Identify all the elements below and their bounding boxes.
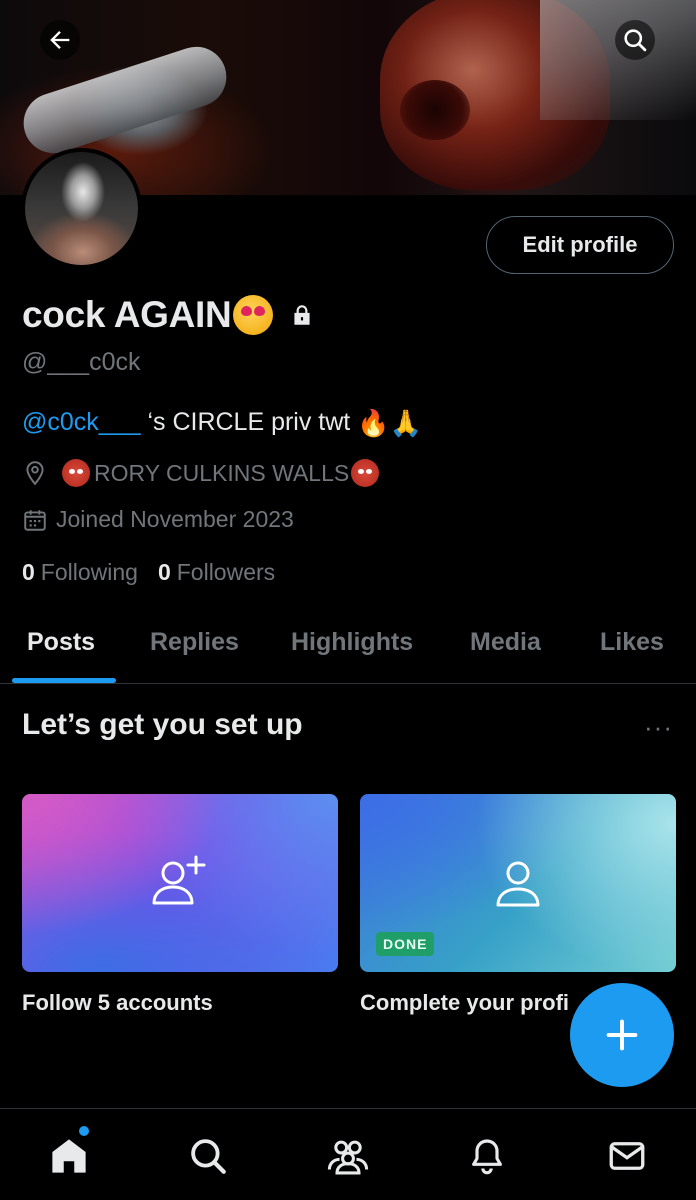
bio-emoji: 🔥🙏 <box>357 407 422 438</box>
more-options-icon[interactable]: ··· <box>644 712 673 743</box>
nav-messages[interactable] <box>606 1135 648 1182</box>
nav-home[interactable] <box>48 1135 90 1182</box>
profile-location: RORY CULKINS WALLS <box>22 459 380 487</box>
location-pin-icon <box>26 461 44 486</box>
bottom-navigation <box>0 1108 696 1200</box>
tab-replies[interactable]: Replies <box>150 628 239 657</box>
heart-eyes-emoji-icon <box>233 295 274 335</box>
ogre-emoji-icon <box>62 459 90 487</box>
back-button[interactable] <box>40 20 80 60</box>
home-unread-dot <box>79 1126 89 1136</box>
ogre-emoji-icon <box>351 459 380 487</box>
follow-accounts-label: Follow 5 accounts <box>22 990 213 1015</box>
person-icon <box>496 861 540 907</box>
location-text: RORY CULKINS WALLS <box>94 459 350 486</box>
avatar[interactable] <box>21 148 142 269</box>
following-count: 0 <box>22 559 35 585</box>
profile-bio: @c0ck___ ‘s CIRCLE priv twt 🔥🙏 <box>22 408 422 437</box>
display-name-text: cock AGAIN <box>22 294 232 335</box>
complete-profile-card[interactable]: DONE <box>360 794 676 972</box>
compose-post-button[interactable] <box>570 983 674 1087</box>
done-badge: DONE <box>376 932 435 956</box>
profile-tabs: Posts Replies Highlights Media Likes <box>0 610 696 684</box>
arrow-left-icon <box>50 31 70 49</box>
followers-label: Followers <box>176 559 276 585</box>
person-add-icon <box>152 855 206 905</box>
tab-media[interactable]: Media <box>470 628 541 657</box>
profile-joined: Joined November 2023 <box>22 506 294 533</box>
profile-handle: @___c0ck <box>22 348 141 376</box>
calendar-icon <box>24 509 46 531</box>
following-label: Following <box>40 559 138 585</box>
nav-search[interactable] <box>187 1135 229 1182</box>
tab-posts[interactable]: Posts <box>27 628 95 657</box>
search-icon <box>624 29 647 52</box>
tab-likes[interactable]: Likes <box>600 628 664 657</box>
bio-text: ‘s CIRCLE priv twt <box>140 408 358 436</box>
banner-art-mouth <box>400 80 470 140</box>
banner-art-tube <box>15 39 235 161</box>
nav-notifications[interactable] <box>467 1135 507 1182</box>
search-button[interactable] <box>615 20 655 60</box>
tab-highlights[interactable]: Highlights <box>291 628 413 657</box>
active-tab-indicator <box>12 678 116 683</box>
setup-title: Let’s get you set up <box>22 708 303 741</box>
joined-text: Joined November 2023 <box>56 506 294 532</box>
home-icon <box>52 1139 86 1173</box>
communities-icon <box>327 1140 369 1175</box>
followers-count: 0 <box>157 559 171 585</box>
display-name: cock AGAIN <box>22 294 315 336</box>
follow-stats: 0 Following 0 Followers <box>22 559 275 586</box>
lock-icon <box>294 305 311 325</box>
followers-link[interactable]: 0 Followers <box>158 559 275 586</box>
following-link[interactable]: 0 Following <box>22 559 138 586</box>
nav-communities[interactable] <box>326 1135 370 1182</box>
banner-art-cloth <box>540 0 696 120</box>
bio-mention-link[interactable]: @c0ck___ <box>22 408 141 437</box>
messages-icon <box>609 1142 645 1170</box>
edit-profile-button[interactable]: Edit profile <box>486 216 674 274</box>
search-icon <box>191 1139 226 1174</box>
follow-accounts-card[interactable] <box>22 794 338 972</box>
notifications-icon <box>472 1139 502 1175</box>
plus-icon <box>606 1019 638 1051</box>
